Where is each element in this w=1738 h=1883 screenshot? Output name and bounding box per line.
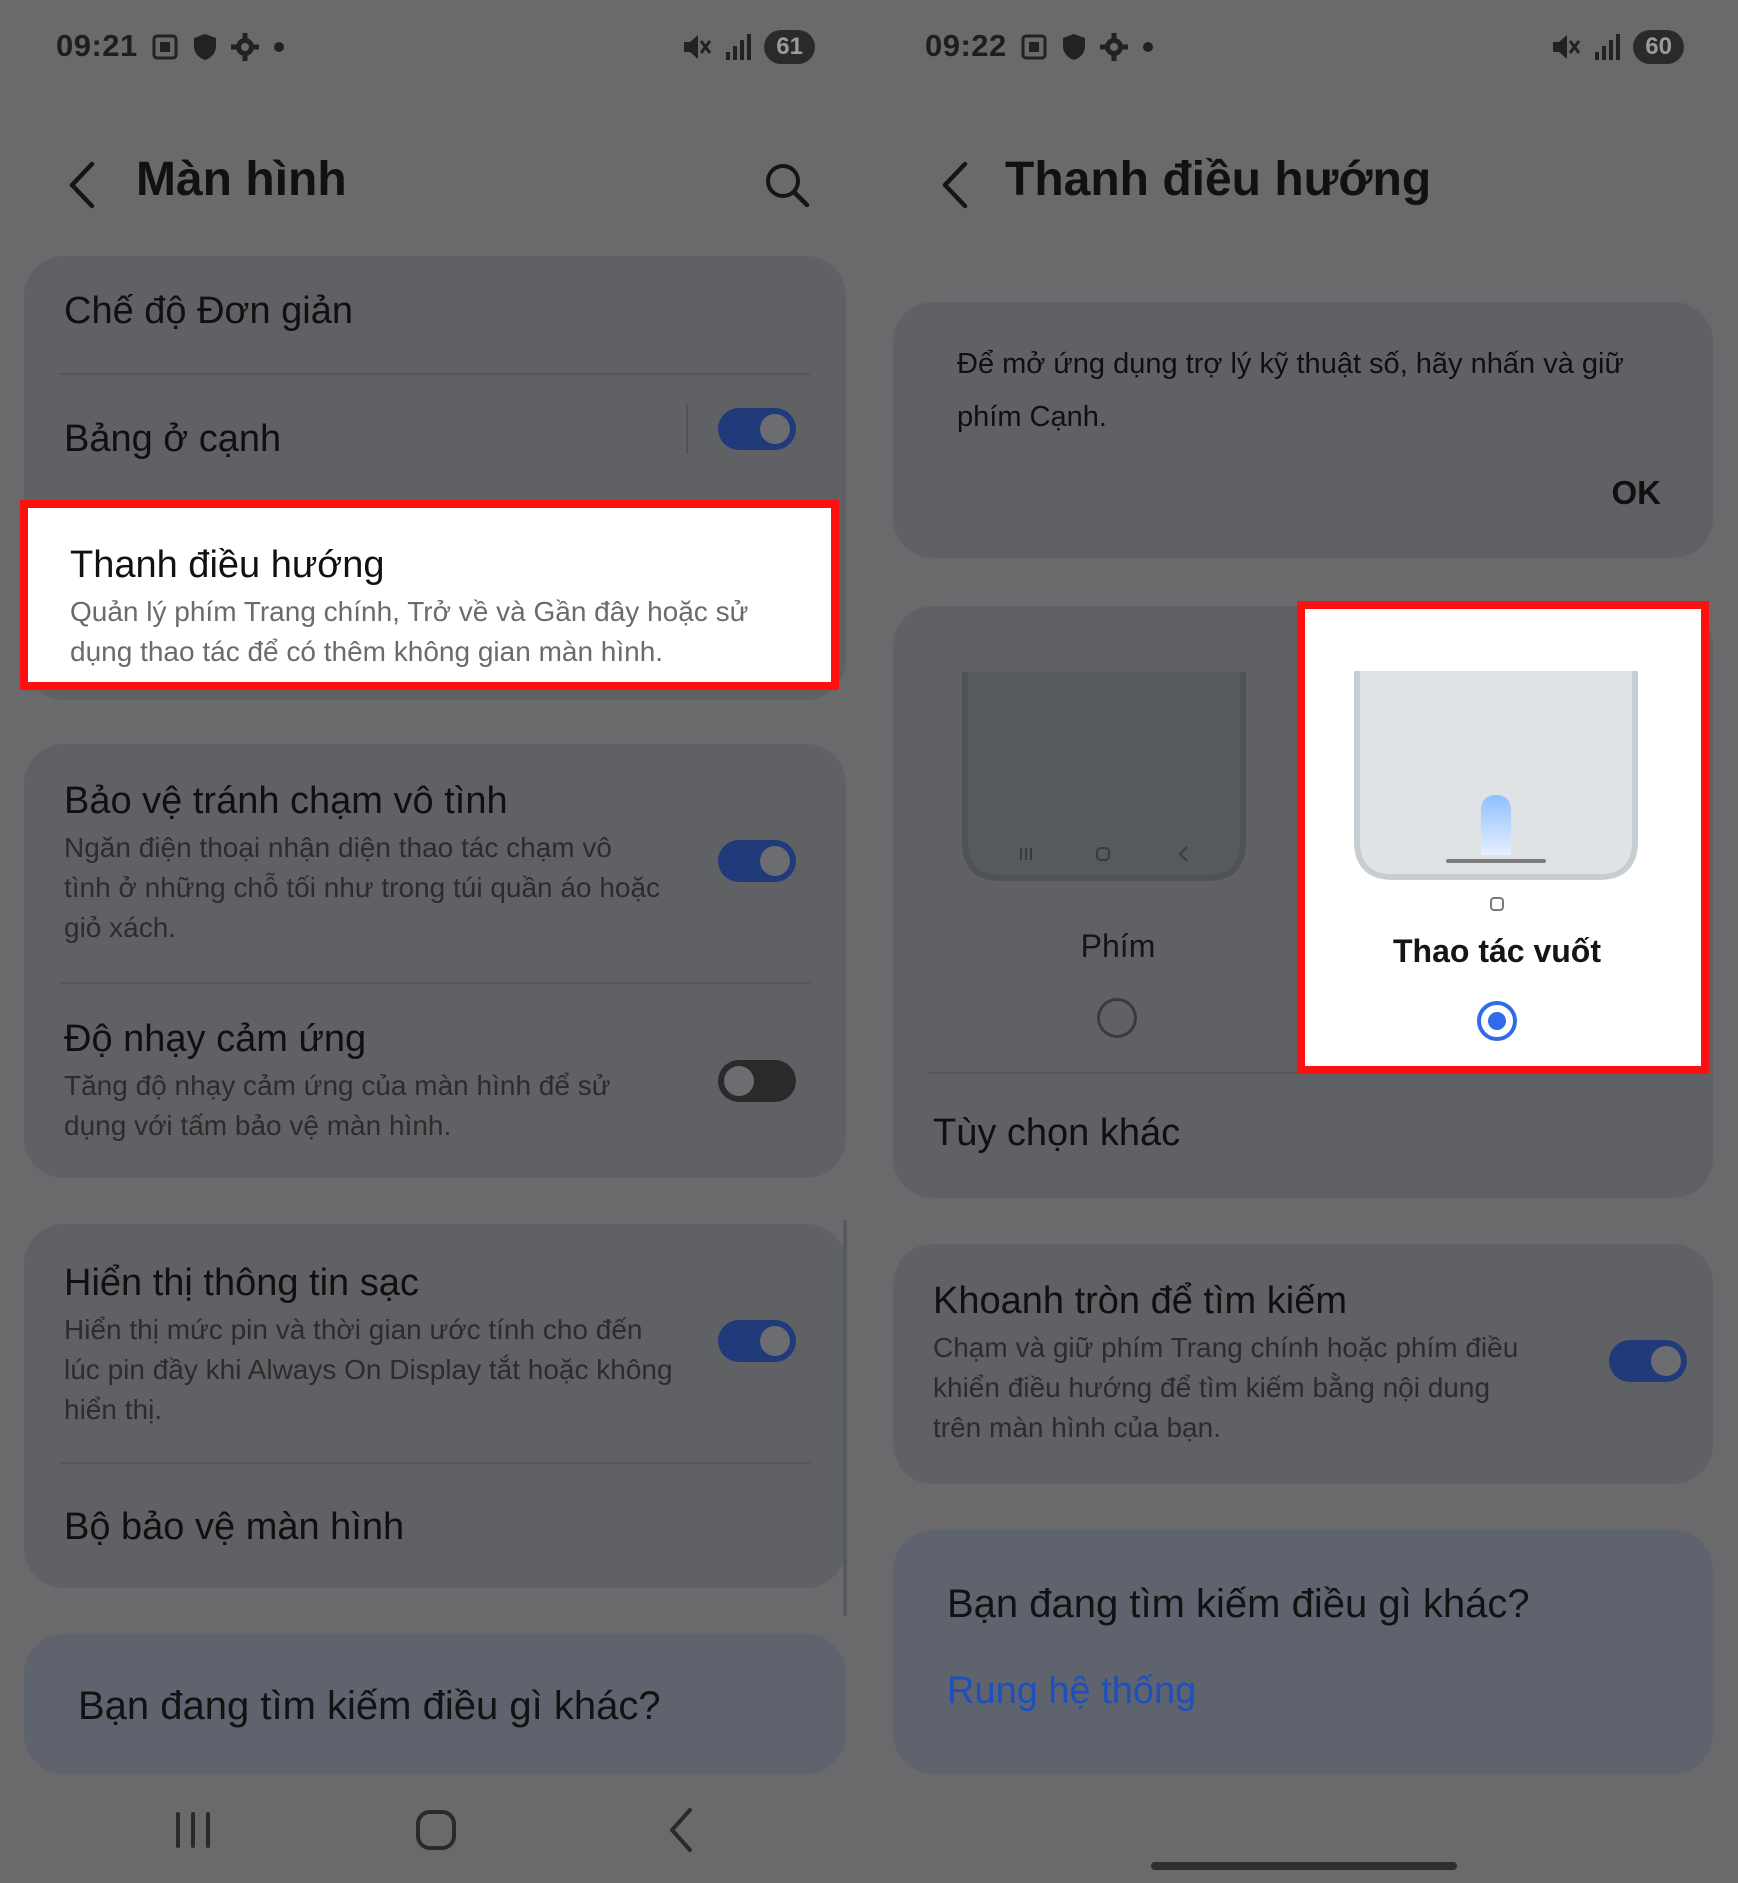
buttons-preview (962, 672, 1246, 881)
search-icon[interactable] (762, 160, 812, 210)
item-touch-sensitivity[interactable]: Độ nhạy cảm ứng Tăng độ nhạy cảm ứng của… (24, 984, 846, 1178)
item-charging-info[interactable]: Hiển thị thông tin sạc Hiển thị mức pin … (24, 1224, 846, 1462)
page-title: Thanh điều hướng (1005, 153, 1432, 206)
option-swipe-radio[interactable] (1477, 1001, 1517, 1041)
suggestion-title: Bạn đang tìm kiếm điều gì khác? (78, 1684, 661, 1728)
battery-level: 61 (764, 30, 815, 64)
circle-search-card[interactable]: Khoanh tròn để tìm kiếm Chạm và giữ phím… (893, 1244, 1713, 1484)
shield-icon (194, 34, 216, 60)
option-buttons-radio[interactable] (1097, 998, 1137, 1038)
item-simple-mode[interactable]: Chế độ Đơn giản (24, 256, 846, 374)
signal-icon (726, 34, 752, 60)
dot-icon (1143, 42, 1153, 52)
charging-info-toggle[interactable] (718, 1320, 796, 1362)
mute-icon (1553, 35, 1581, 59)
gesture-handle (1151, 1862, 1457, 1870)
item-accidental-touch[interactable]: Bảo vệ tránh chạm vô tình Ngăn điện thoạ… (24, 744, 846, 982)
shield-icon (1063, 34, 1085, 60)
back-icon[interactable] (933, 158, 977, 212)
touch-sensitivity-toggle[interactable] (718, 1060, 796, 1102)
status-time: 09:22 (925, 28, 1007, 63)
home-icon[interactable] (414, 1808, 458, 1852)
screenshot-icon (152, 34, 178, 60)
edge-panel-toggle[interactable] (718, 408, 796, 450)
back-icon[interactable] (60, 158, 104, 212)
screenshot-icon (1021, 34, 1047, 60)
item-edge-panel[interactable]: Bảng ở cạnh (24, 374, 846, 500)
item-more-options[interactable]: Tùy chọn khác (893, 1074, 1713, 1198)
status-bar: 09:22 60 (869, 28, 1738, 70)
signal-icon (1595, 34, 1621, 60)
settings-card-2: Bảo vệ tránh chạm vô tình Ngăn điện thoạ… (24, 744, 846, 1178)
item-navigation-bar[interactable]: Thanh điều hướng Quản lý phím Trang chín… (20, 500, 839, 690)
status-time: 09:21 (56, 28, 138, 63)
recents-icon[interactable] (172, 1810, 214, 1850)
settings-card-3: Hiển thị thông tin sạc Hiển thị mức pin … (24, 1224, 846, 1588)
system-nav-bar (0, 1800, 869, 1860)
option-swipe-label: Thao tác vuốt (1392, 933, 1601, 969)
option-buttons[interactable] (933, 646, 1253, 1046)
display-settings-screen: 09:21 61 Màn hình Chế độ Đơn giản Bảng ở… (0, 0, 869, 1883)
suggestion-card: Bạn đang tìm kiếm điều gì khác? Rung hệ … (893, 1530, 1713, 1774)
info-text: Để mở ứng dụng trợ lý kỹ thuật số, hãy n… (957, 348, 1624, 433)
battery-level: 60 (1633, 30, 1684, 64)
ok-button[interactable]: OK (1612, 474, 1662, 512)
info-card: Để mở ứng dụng trợ lý kỹ thuật số, hãy n… (893, 302, 1713, 558)
item-screensaver[interactable]: Bộ bảo vệ màn hình (24, 1464, 846, 1588)
dot-icon (274, 42, 284, 52)
status-bar: 09:21 61 (0, 28, 869, 70)
suggestion-card[interactable]: Bạn đang tìm kiếm điều gì khác? (24, 1634, 846, 1774)
page-indicator (1490, 897, 1504, 911)
scrollbar[interactable] (843, 1220, 847, 1616)
gear-icon (231, 33, 259, 61)
option-swipe-gestures[interactable]: Thao tác vuốt (1297, 601, 1709, 1074)
page-title: Màn hình (136, 153, 347, 206)
suggestion-link[interactable]: Rung hệ thống (947, 1670, 1196, 1713)
mute-icon (684, 35, 712, 59)
suggestion-title: Bạn đang tìm kiếm điều gì khác? (947, 1582, 1530, 1626)
gear-icon (1100, 33, 1128, 61)
option-buttons-label: Phím (1080, 928, 1156, 964)
circle-search-toggle[interactable] (1609, 1340, 1687, 1382)
accidental-touch-toggle[interactable] (718, 840, 796, 882)
swipe-preview (1354, 671, 1638, 880)
back-nav-icon[interactable] (664, 1806, 698, 1854)
